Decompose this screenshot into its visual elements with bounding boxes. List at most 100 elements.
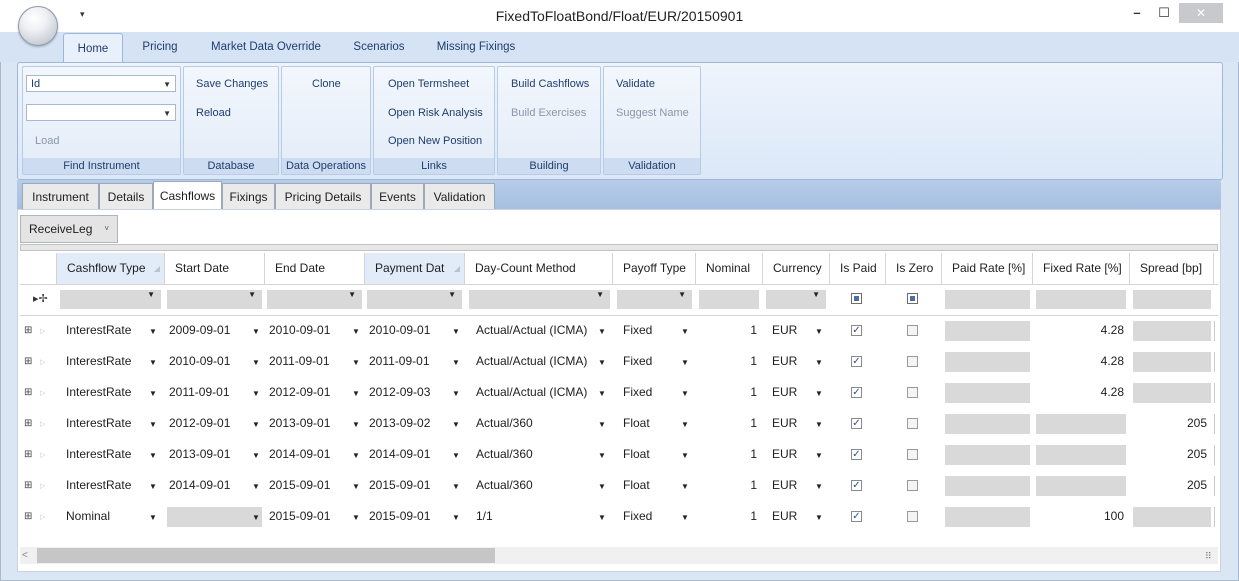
cell-nominal[interactable]: 1 <box>699 439 757 470</box>
validate-button[interactable]: Validate <box>616 78 655 90</box>
cell-payoff-type[interactable]: Fixed <box>623 377 652 408</box>
cell-start-date[interactable]: 2012-09-01 <box>169 408 230 439</box>
scroll-left-icon[interactable]: < <box>22 547 28 564</box>
cell-day-count-method[interactable]: Actual/Actual (ICMA) <box>476 315 587 346</box>
cell-cashflow-type[interactable]: InterestRate <box>66 470 131 501</box>
load-button[interactable]: Load <box>35 135 59 147</box>
find-field-combo[interactable]: Id ▼ <box>26 75 176 92</box>
cell-start-date[interactable]: 2014-09-01 <box>169 470 230 501</box>
minimize-button[interactable]: – <box>1125 3 1149 23</box>
reload-button[interactable]: Reload <box>196 107 231 119</box>
cell-end-date[interactable]: 2015-09-01 <box>269 470 330 501</box>
filter-payoff-type[interactable]: ▼ <box>617 290 692 309</box>
cell-nominal[interactable]: 1 <box>699 315 757 346</box>
column-header-paid-rate[interactable]: Paid Rate [%] <box>942 253 1033 284</box>
cell-currency[interactable]: EUR <box>772 501 797 532</box>
tab-details[interactable]: Details <box>99 183 153 209</box>
cell-day-count-method[interactable]: Actual/360 <box>476 439 533 470</box>
cell-payoff-type[interactable]: Float <box>623 408 650 439</box>
cell-start-date[interactable]: 2013-09-01 <box>169 439 230 470</box>
filter-spread[interactable] <box>1133 290 1211 309</box>
resize-grip-icon[interactable]: ⠿ <box>1205 551 1212 562</box>
filter-payment-date[interactable]: ▼ <box>367 290 462 309</box>
is-paid-checkbox[interactable]: ✓ <box>851 449 862 460</box>
cell-fixed-rate[interactable]: 4.28 <box>1036 346 1124 377</box>
is-zero-checkbox[interactable] <box>907 325 918 336</box>
cell-fixed-rate[interactable]: 100 <box>1036 501 1124 532</box>
cell-fixed-rate[interactable]: 4.28 <box>1036 315 1124 346</box>
cell-currency[interactable]: EUR <box>772 470 797 501</box>
is-paid-checkbox[interactable]: ✓ <box>851 418 862 429</box>
cell-day-count-method[interactable]: Actual/Actual (ICMA) <box>476 377 587 408</box>
is-paid-checkbox[interactable]: ✓ <box>851 356 862 367</box>
filter-paid-rate[interactable] <box>945 290 1030 309</box>
cell-day-count-method[interactable]: Actual/360 <box>476 408 533 439</box>
filter-start-date[interactable]: ▼ <box>167 290 262 309</box>
build-cashflows-button[interactable]: Build Cashflows <box>511 78 589 90</box>
column-header-nominal[interactable]: Nominal <box>696 253 763 284</box>
filter-currency[interactable]: ▼ <box>766 290 826 309</box>
filter-end-date[interactable]: ▼ <box>267 290 362 309</box>
cell-spread[interactable]: 205 <box>1133 470 1207 501</box>
cell-currency[interactable]: EUR <box>772 315 797 346</box>
is-zero-checkbox[interactable] <box>907 480 918 491</box>
column-header-fixed-rate[interactable]: Fixed Rate [%] <box>1033 253 1130 284</box>
cell-payment-date[interactable]: 2015-09-01 <box>369 470 430 501</box>
cell-end-date[interactable]: 2010-09-01 <box>269 315 330 346</box>
cell-start-date[interactable]: 2010-09-01 <box>169 346 230 377</box>
cell-nominal[interactable]: 1 <box>699 470 757 501</box>
cell-payoff-type[interactable]: Float <box>623 470 650 501</box>
cell-payment-date[interactable]: 2014-09-01 <box>369 439 430 470</box>
column-header-cashflow-type[interactable]: Cashflow Type ◢ <box>57 253 165 284</box>
filter-is-zero-checkbox[interactable] <box>907 293 918 304</box>
cell-cashflow-type[interactable]: InterestRate <box>66 346 131 377</box>
filter-cashflow-type[interactable]: ▼ <box>60 290 161 309</box>
is-zero-checkbox[interactable] <box>907 511 918 522</box>
cell-payment-date[interactable]: 2012-09-03 <box>369 377 430 408</box>
cell-cashflow-type[interactable]: InterestRate <box>66 439 131 470</box>
cell-end-date[interactable]: 2015-09-01 <box>269 501 330 532</box>
cell-payoff-type[interactable]: Fixed <box>623 346 652 377</box>
leg-select-dropdown[interactable]: ReceiveLeg ˅ <box>20 215 118 243</box>
cell-day-count-method[interactable]: Actual/360 <box>476 470 533 501</box>
filter-fixed-rate[interactable] <box>1036 290 1126 309</box>
expand-row-icon[interactable]: ⊞ <box>24 356 32 367</box>
cell-currency[interactable]: EUR <box>772 439 797 470</box>
is-zero-checkbox[interactable] <box>907 418 918 429</box>
cell-nominal[interactable]: 1 <box>699 408 757 439</box>
column-header-start-date[interactable]: Start Date <box>165 253 265 284</box>
cell-currency[interactable]: EUR <box>772 346 797 377</box>
ribbon-tab-scenarios[interactable]: Scenarios <box>346 32 412 62</box>
cell-end-date[interactable]: 2012-09-01 <box>269 377 330 408</box>
clone-button[interactable]: Clone <box>312 78 341 90</box>
cell-cashflow-type[interactable]: InterestRate <box>66 315 131 346</box>
find-value-combo[interactable]: ▼ <box>26 104 176 121</box>
cell-nominal[interactable]: 1 <box>699 377 757 408</box>
save-changes-button[interactable]: Save Changes <box>196 78 268 90</box>
maximize-button[interactable]: ☐ <box>1152 3 1176 23</box>
cell-end-date[interactable]: 2013-09-01 <box>269 408 330 439</box>
suggest-name-button[interactable]: Suggest Name <box>616 107 689 119</box>
cell-cashflow-type[interactable]: InterestRate <box>66 408 131 439</box>
cell-cashflow-type[interactable]: Nominal <box>66 501 110 532</box>
cell-payment-date[interactable]: 2011-09-01 <box>369 346 430 377</box>
cell-nominal[interactable]: 1 <box>699 346 757 377</box>
is-zero-checkbox[interactable] <box>907 387 918 398</box>
ribbon-tab-home[interactable]: Home <box>63 33 123 64</box>
application-menu-button[interactable] <box>18 6 58 46</box>
cell-spread[interactable]: 205 <box>1133 439 1207 470</box>
column-header-day-count-method[interactable]: Day-Count Method <box>465 253 613 284</box>
cell-payment-date[interactable]: 2013-09-02 <box>369 408 430 439</box>
expand-row-icon[interactable]: ⊞ <box>24 511 32 522</box>
ribbon-tab-pricing[interactable]: Pricing <box>136 32 184 62</box>
column-header-payoff-type[interactable]: Payoff Type <box>613 253 696 284</box>
tab-instrument[interactable]: Instrument <box>22 183 99 209</box>
ribbon-tab-missing-fixings[interactable]: Missing Fixings <box>430 32 522 62</box>
column-header-end-date[interactable]: End Date <box>265 253 365 284</box>
open-risk-analysis-button[interactable]: Open Risk Analysis <box>388 107 483 119</box>
cell-payoff-type[interactable]: Float <box>623 439 650 470</box>
cell-day-count-method[interactable]: Actual/Actual (ICMA) <box>476 346 587 377</box>
is-paid-checkbox[interactable]: ✓ <box>851 325 862 336</box>
cell-currency[interactable]: EUR <box>772 408 797 439</box>
column-header-is-zero[interactable]: Is Zero <box>886 253 942 284</box>
